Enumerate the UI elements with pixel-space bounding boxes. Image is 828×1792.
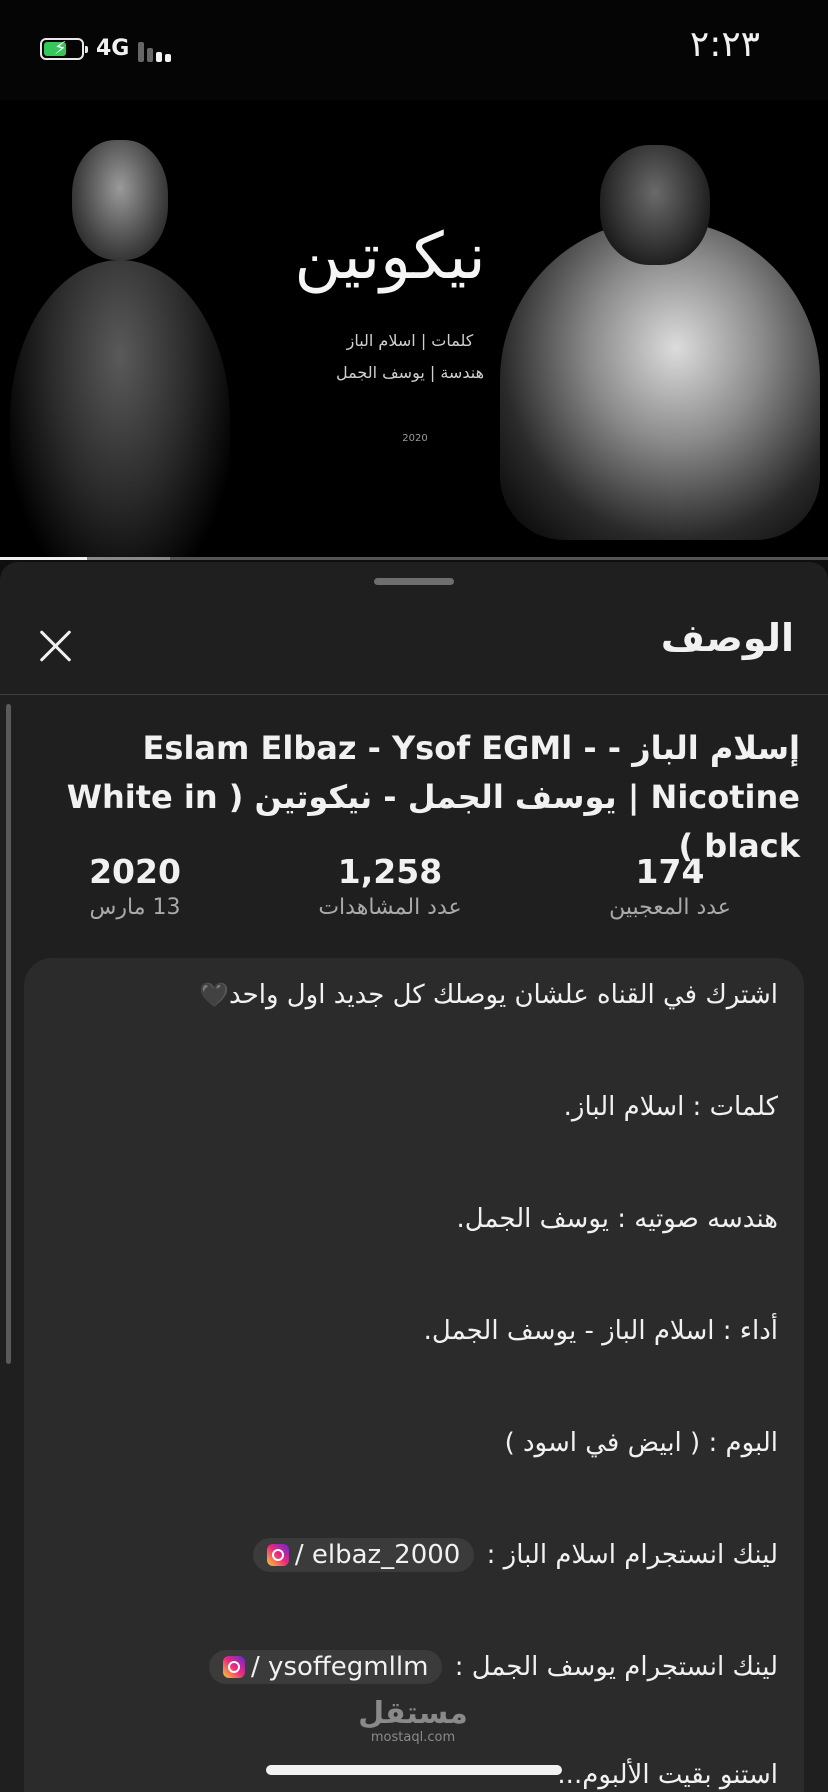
status-time: ٢:٢٣	[689, 24, 760, 65]
description-line: لينك انستجرام يوسف الجمل : / ysoffegmllm	[209, 1650, 778, 1684]
charging-bolt-icon: ⚡	[54, 38, 67, 59]
description-line: أداء : اسلام الباز - يوسف الجمل.	[423, 1316, 778, 1346]
stat-date: 2020 13 مارس	[70, 852, 200, 920]
header-divider	[0, 694, 828, 695]
video-progress-bar[interactable]	[0, 557, 828, 560]
description-line: لينك انستجرام اسلام الباز : / elbaz_2000	[252, 1538, 778, 1572]
drag-handle[interactable]	[374, 578, 454, 585]
description-line: كلمات : اسلام الباز.	[563, 1092, 778, 1122]
thumbnail-person-left-head	[72, 140, 168, 260]
panel-title: الوصف	[660, 616, 794, 660]
scrollbar[interactable]	[6, 704, 11, 1364]
status-bar: ⚡ 4G ٢:٢٣	[0, 0, 828, 100]
thumbnail-person-right	[500, 220, 820, 540]
stat-views: 1,258 عدد المشاهدات	[300, 852, 480, 920]
description-line: استنو بقيت الألبوم...	[557, 1760, 778, 1790]
instagram-icon	[223, 1656, 246, 1678]
video-title: إسلام الباز - Eslam Elbaz - Ysof EGMl - …	[66, 729, 800, 865]
video-player[interactable]: نيكوتين كلمات | اسلام الباز هندسة | يوسف…	[0, 100, 828, 558]
description-panel: الوصف إسلام الباز - Eslam Elbaz - Ysof E…	[0, 562, 828, 1792]
battery-icon: ⚡	[40, 38, 88, 60]
likes-count: 174	[635, 852, 705, 891]
thumbnail-small-text: 2020	[402, 433, 428, 444]
instagram-link-elbaz[interactable]: / elbaz_2000	[252, 1538, 475, 1572]
video-played	[0, 557, 87, 560]
network-type: 4G	[96, 36, 130, 61]
description-line: هندسه صوتيه : يوسف الجمل.	[456, 1204, 778, 1234]
stat-likes: 174 عدد المعجبين	[590, 852, 750, 920]
description-line: البوم : ( ابيض في اسود )	[504, 1428, 778, 1458]
close-icon[interactable]	[32, 622, 80, 670]
instagram-icon	[266, 1544, 289, 1566]
watermark-logo: مستقل mostaql.com	[358, 1696, 468, 1746]
publish-date: 13 مارس	[89, 895, 181, 920]
thumbnail-credits: كلمات | اسلام الباز هندسة | يوسف الجمل	[336, 331, 484, 382]
description-line: اشترك في القناه علشان يوصلك كل جديد اول …	[199, 980, 778, 1010]
publish-year: 2020	[89, 852, 181, 891]
home-indicator[interactable]	[266, 1765, 562, 1775]
thumbnail-person-left	[10, 260, 230, 558]
black-heart-icon: 🖤	[199, 981, 230, 1009]
thumbnail-person-right-head	[600, 145, 710, 265]
views-label: عدد المشاهدات	[318, 895, 462, 920]
views-count: 1,258	[337, 852, 443, 891]
instagram-link-elgamal[interactable]: / ysoffegmllm	[209, 1650, 443, 1684]
likes-label: عدد المعجبين	[609, 895, 731, 920]
description-box: اشترك في القناه علشان يوصلك كل جديد اول …	[24, 958, 804, 1792]
signal-strength-icon	[138, 40, 178, 62]
thumbnail-title: نيكوتين	[294, 220, 486, 294]
